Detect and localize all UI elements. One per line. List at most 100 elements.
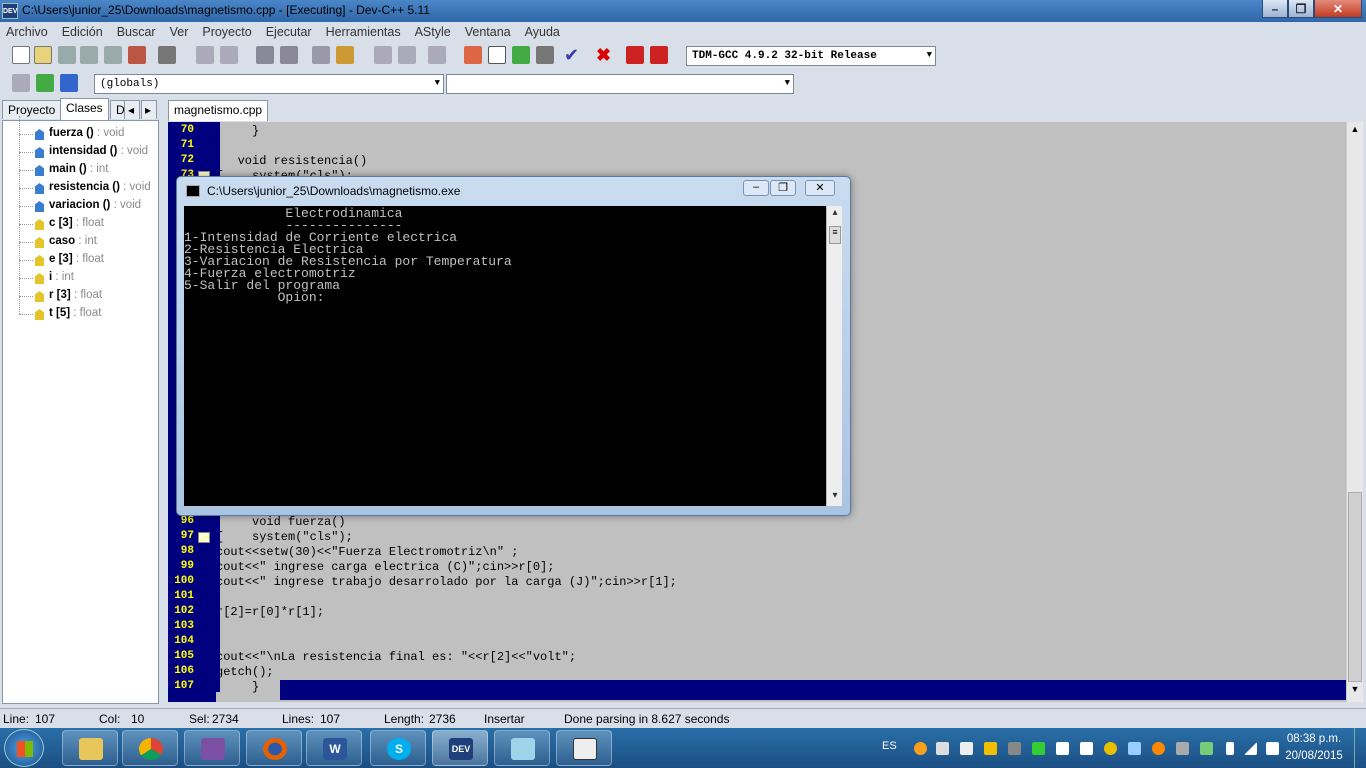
class-item-resistencia[interactable]: resistencia () : void [3,170,158,197]
scroll-thumb[interactable]: ≡ [829,226,841,244]
code-line[interactable]: cout<<"\nLa resistencia final es: "<<r[2… [216,650,576,665]
clock-time[interactable]: 08:38 p.m. [1282,733,1346,745]
goto-definition-icon[interactable] [60,74,78,92]
save-all-icon[interactable] [80,46,98,64]
code-line[interactable]: r[2]=r[0]*r[1]; [216,605,324,620]
tray-app-icon[interactable] [936,742,949,755]
class-item-main[interactable]: main () : int [3,152,158,179]
class-item-t[interactable]: t [5] : float [3,296,158,323]
check-syntax-icon[interactable]: ✔ [564,46,582,64]
console-vertical-scrollbar[interactable]: ▴ ≡ ▾ [826,206,842,506]
scroll-up-icon[interactable]: ▴ [828,207,842,221]
menu-ejecutar[interactable]: Ejecutar [266,25,312,39]
save-icon[interactable] [58,46,76,64]
scroll-up-icon[interactable]: ▲ [1348,124,1362,138]
goto-declaration-icon[interactable] [36,74,54,92]
taskbar-notepad[interactable] [494,730,550,766]
menu-edicion[interactable]: Edición [62,25,103,39]
menu-astyle[interactable]: AStyle [415,25,451,39]
delete-profile-icon[interactable] [650,46,668,64]
menu-ayuda[interactable]: Ayuda [525,25,560,39]
tray-app-icon[interactable] [1008,742,1021,755]
code-line[interactable]: void resistencia() [216,154,368,169]
tab-proyecto[interactable]: Proyecto [2,100,62,119]
scroll-down-icon[interactable]: ▼ [1348,684,1362,698]
editor-vertical-scrollbar[interactable]: ▲ ▼ [1346,122,1363,702]
class-item-i[interactable]: i : int [3,260,158,287]
scroll-down-icon[interactable]: ▾ [828,490,842,504]
menu-ventana[interactable]: Ventana [465,25,511,39]
scope-select[interactable]: (globals) ▼ [94,74,444,94]
code-line[interactable]: void fuerza() [216,515,346,530]
minimize-button[interactable]: – [1262,0,1288,18]
compile-icon[interactable] [464,46,482,64]
taskbar-explorer[interactable] [62,730,118,766]
scroll-thumb[interactable] [1348,492,1362,682]
console-close-button[interactable]: ✕ [805,180,835,196]
class-item-c[interactable]: c [3] : float [3,206,158,233]
fold-marker-icon[interactable] [198,532,210,543]
new-file-icon[interactable] [12,46,30,64]
goto-icon[interactable] [312,46,330,64]
code-line[interactable]: getch(); [216,665,274,680]
maximize-button[interactable]: ❐ [1288,0,1314,18]
redo-icon[interactable] [220,46,238,64]
network-icon[interactable] [1244,742,1257,755]
tab-magnetismo-cpp[interactable]: magnetismo.cpp [168,100,269,121]
run-icon[interactable] [488,46,506,64]
indent-left-icon[interactable] [374,46,392,64]
tab-clases[interactable]: Clases [60,98,109,120]
code-line[interactable]: { system("cls"); [216,530,353,545]
flag-icon[interactable] [1080,742,1093,755]
tray-app-icon[interactable] [1176,742,1189,755]
member-select[interactable]: ▼ [446,74,794,94]
menu-archivo[interactable]: Archivo [6,25,48,39]
console-maximize-button[interactable]: ❐ [770,180,796,196]
taskbar-skype[interactable]: S [370,730,426,766]
close-all-icon[interactable] [128,46,146,64]
taskbar-chrome[interactable] [122,730,178,766]
close-file-icon[interactable] [104,46,122,64]
print-icon[interactable] [158,46,176,64]
console-output[interactable]: Electrodinamica --------------- 1-Intensi… [184,206,826,506]
code-line[interactable]: cout<<" ingrese trabajo desarrolado por … [216,575,677,590]
taskbar-firefox[interactable] [246,730,302,766]
volume-icon[interactable] [1266,742,1279,755]
taskbar-devcpp[interactable]: DEV [432,730,488,766]
undo-icon[interactable] [196,46,214,64]
taskbar-console[interactable] [556,730,612,766]
console-minimize-button[interactable]: – [743,180,769,196]
tray-app-icon[interactable] [1104,742,1117,755]
show-desktop-button[interactable] [1354,728,1366,768]
profile-icon[interactable] [626,46,644,64]
toggle-comment-icon[interactable] [428,46,446,64]
close-button[interactable]: ✕ [1314,0,1362,18]
code-line[interactable]: cout<<" ingrese carga electrica (C)";cin… [216,560,554,575]
tray-app-icon[interactable] [1152,742,1165,755]
open-file-icon[interactable] [34,46,52,64]
replace-icon[interactable] [280,46,298,64]
rebuild-icon[interactable] [536,46,554,64]
tray-app-icon[interactable] [984,742,997,755]
tray-app-icon[interactable] [1032,742,1045,755]
code-line[interactable]: } [216,680,259,695]
tab-scroll-left-button[interactable]: ◂ [124,100,140,119]
bookmark-icon[interactable] [336,46,354,64]
tray-app-icon[interactable] [914,742,927,755]
class-item-intensidad[interactable]: intensidad () : void [3,134,158,161]
tab-scroll-right-button[interactable]: ▸ [141,100,157,119]
battery-icon[interactable] [1226,742,1234,755]
class-item-fuerza[interactable]: fuerza () : void [3,116,158,143]
taskbar-word[interactable]: W [306,730,362,766]
code-line[interactable]: } [216,124,259,139]
compiler-select[interactable]: TDM-GCC 4.9.2 32-bit Release ▼ [686,46,936,66]
class-item-variacion[interactable]: variacion () : void [3,188,158,215]
find-icon[interactable] [256,46,274,64]
tray-app-icon[interactable] [1200,742,1213,755]
tray-app-icon[interactable] [1056,742,1069,755]
tray-app-icon[interactable] [1128,742,1141,755]
tray-app-icon[interactable] [960,742,973,755]
menu-proyecto[interactable]: Proyecto [202,25,251,39]
compile-run-icon[interactable] [512,46,530,64]
start-button[interactable] [4,729,44,767]
